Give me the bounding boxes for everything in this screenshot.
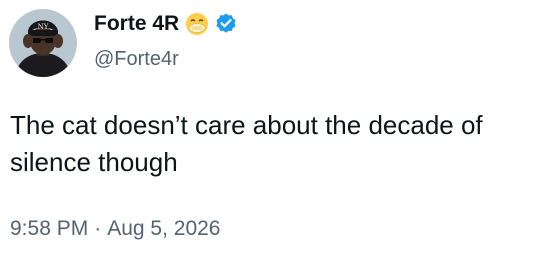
verified-badge-icon[interactable] <box>214 12 238 36</box>
tweet-date[interactable]: Aug 5, 2026 <box>107 217 220 241</box>
author-name-row: Forte 4R <box>94 10 238 38</box>
avatar[interactable]: NY <box>9 9 77 77</box>
author-handle[interactable]: @Forte4r <box>94 48 179 71</box>
tweet-text: The cat doesn’t care about the decade of… <box>10 110 483 177</box>
author-display-name[interactable]: Forte 4R <box>94 12 179 36</box>
tweet-timestamp: 9:58 PM · Aug 5, 2026 <box>10 217 220 241</box>
timestamp-separator: · <box>94 217 102 240</box>
svg-text:NY: NY <box>38 23 49 31</box>
tweet-time[interactable]: 9:58 PM <box>10 217 88 241</box>
avatar-image: NY <box>9 9 77 77</box>
face-with-hand-over-mouth-emoji-icon <box>184 11 210 37</box>
tweet-card: NY Forte 4R @Forte4r The cat doesn’t car… <box>0 0 539 259</box>
